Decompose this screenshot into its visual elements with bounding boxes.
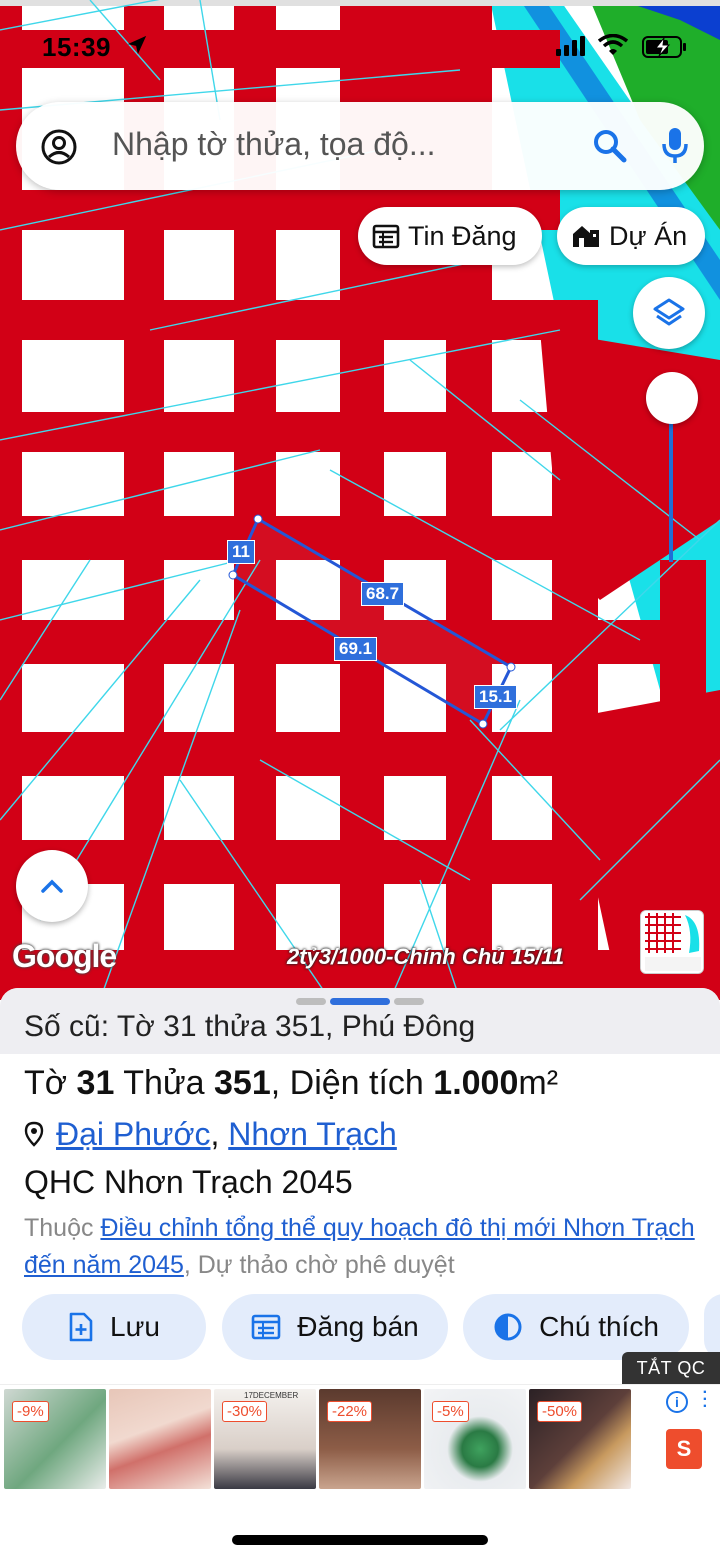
app-root: { "status_bar": { "time": "15:39" }, "se… bbox=[0, 0, 720, 1558]
battery-charging-icon bbox=[642, 36, 688, 63]
plan-thumbnail[interactable] bbox=[640, 910, 704, 974]
save-button-label: Lưu bbox=[110, 1311, 160, 1342]
calendar-list-icon bbox=[372, 224, 400, 249]
project-chip[interactable]: Dự Án bbox=[557, 207, 705, 265]
opacity-slider-track[interactable] bbox=[669, 420, 673, 562]
district-link[interactable]: Nhơn Trạch bbox=[228, 1116, 397, 1152]
area-label: , Diện tích bbox=[270, 1064, 424, 1102]
location-pin-icon bbox=[24, 1118, 44, 1155]
listing-banner[interactable]: 2tỷ3/1000-Chính Chủ 15/11 bbox=[287, 944, 564, 970]
ad-caption: 17DECEMBER bbox=[244, 1391, 299, 1400]
home-indicator[interactable] bbox=[232, 1535, 488, 1545]
measurement-bottom: 69.1 bbox=[334, 637, 378, 661]
plan-status: , Dự thảo chờ phê duyệt bbox=[183, 1251, 455, 1279]
discount-badge: -30% bbox=[222, 1401, 268, 1422]
project-chip-label: Dự Án bbox=[609, 220, 688, 251]
parcel-info-sheet[interactable]: Số cũ: Tờ 31 thửa 351, Phú Đông Tờ 31 Th… bbox=[0, 988, 720, 1558]
listing-chip-label: Tin Đăng bbox=[408, 220, 517, 251]
buildings-icon bbox=[573, 226, 599, 247]
post-for-sale-button[interactable]: Đăng bán bbox=[222, 1294, 448, 1360]
area-value: 1.000 bbox=[433, 1064, 519, 1102]
cellular-signal-icon bbox=[556, 36, 588, 61]
plan-name: QHC Nhơn Trạch 2045 bbox=[24, 1164, 353, 1200]
shopee-logo[interactable]: S bbox=[666, 1429, 702, 1469]
legend-button-label: Chú thích bbox=[539, 1311, 659, 1342]
opacity-slider-thumb[interactable] bbox=[646, 372, 698, 424]
parcel-title: Tờ 31 Thửa 351, Diện tích 1.000m² bbox=[24, 1064, 558, 1103]
google-logo: Google bbox=[12, 938, 117, 974]
layers-button[interactable] bbox=[633, 277, 705, 349]
discount-badge: -9% bbox=[12, 1401, 49, 1422]
wifi-icon bbox=[597, 33, 629, 61]
contrast-icon bbox=[494, 1313, 522, 1341]
microphone-icon[interactable] bbox=[660, 126, 690, 171]
sheet-handle-right[interactable] bbox=[394, 998, 424, 1005]
old-record-text: Số cũ: Tờ 31 thửa 351, Phú Đông bbox=[24, 1010, 476, 1043]
search-icon[interactable] bbox=[592, 128, 628, 169]
location-arrow-icon bbox=[126, 34, 148, 61]
address-separator: , bbox=[210, 1116, 220, 1152]
search-input[interactable]: Nhập tờ thửa, tọa độ... bbox=[112, 126, 532, 163]
ad-item[interactable]: -9% bbox=[4, 1389, 106, 1489]
ad-item[interactable]: -22% bbox=[319, 1389, 421, 1489]
file-add-icon bbox=[69, 1312, 93, 1342]
measurement-right: 15.1 bbox=[474, 685, 518, 709]
ad-item[interactable]: -50% bbox=[529, 1389, 631, 1489]
sheet-handle-active[interactable] bbox=[330, 998, 390, 1005]
calendar-list-icon bbox=[251, 1314, 281, 1340]
search-bar[interactable]: Nhập tờ thửa, tọa độ... bbox=[16, 102, 704, 190]
clock: 15:39 bbox=[42, 32, 111, 62]
post-for-sale-label: Đăng bán bbox=[297, 1311, 419, 1342]
discount-badge: -50% bbox=[537, 1401, 583, 1422]
ad-item[interactable]: -5% bbox=[424, 1389, 526, 1489]
parcel-number: 351 bbox=[214, 1064, 271, 1102]
ad-info-icon[interactable]: i bbox=[666, 1391, 688, 1413]
plan-description: Thuộc Điều chỉnh tổng thể quy hoạch đô t… bbox=[24, 1210, 704, 1284]
sheet-number: 31 bbox=[76, 1064, 115, 1102]
discount-badge: -5% bbox=[432, 1401, 469, 1422]
measurement-top: 68.7 bbox=[361, 582, 405, 606]
plan-prefix: Thuộc bbox=[24, 1214, 94, 1242]
ad-item[interactable] bbox=[109, 1389, 211, 1489]
legend-button[interactable]: Chú thích bbox=[463, 1294, 689, 1360]
area-unit: m² bbox=[518, 1064, 559, 1102]
discount-badge: -22% bbox=[327, 1401, 373, 1422]
map-view[interactable]: 11 68.7 69.1 15.1 15:39 Nhập tờ thửa, tọ… bbox=[0, 0, 720, 1000]
ad-item[interactable]: 17DECEMBER -30% bbox=[214, 1389, 316, 1489]
ward-link[interactable]: Đại Phước bbox=[56, 1116, 210, 1152]
expand-button[interactable] bbox=[16, 850, 88, 922]
status-bar: 15:39 bbox=[0, 28, 720, 68]
listing-chip[interactable]: Tin Đăng bbox=[358, 207, 542, 265]
sheet-handle-left[interactable] bbox=[296, 998, 326, 1005]
sheet-label: Tờ bbox=[24, 1064, 68, 1102]
parcel-label: Thửa bbox=[123, 1064, 205, 1102]
account-icon[interactable] bbox=[40, 128, 78, 171]
save-button[interactable]: Lưu bbox=[22, 1294, 206, 1360]
ad-menu-icon[interactable]: · · · bbox=[703, 1385, 708, 1415]
ad-strip[interactable]: -9% 17DECEMBER -30% -22% -5% -50% i · · · … bbox=[0, 1384, 720, 1494]
measurement-left: 11 bbox=[227, 540, 255, 564]
layers-icon bbox=[653, 298, 685, 326]
close-ads-button[interactable]: TẮT QC bbox=[622, 1352, 720, 1384]
plan-thumbnail-image bbox=[641, 911, 703, 973]
more-actions-button[interactable] bbox=[704, 1294, 720, 1360]
parcel-address: Đại Phước, Nhơn Trạch bbox=[24, 1116, 397, 1155]
chevron-up-icon bbox=[41, 879, 63, 893]
